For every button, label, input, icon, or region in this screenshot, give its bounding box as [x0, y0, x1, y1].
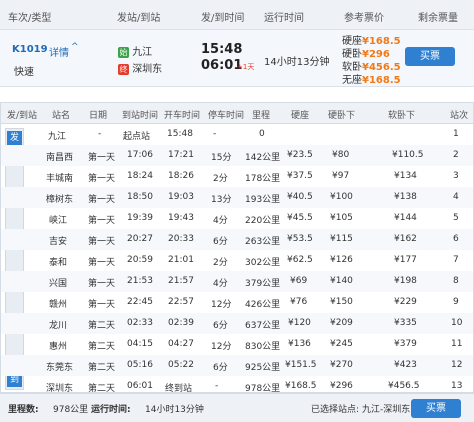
from-station-name: 九江: [132, 47, 153, 58]
th-from-to: 发/到站: [7, 111, 38, 121]
table-row[interactable]: 九江 - 起点站 15:48-0 1: [1, 124, 473, 145]
th-station: 站名: [52, 111, 71, 121]
runtime-label: 运行时间:: [91, 405, 131, 415]
stop-table: 发/到站 站名 日期 到站时间 开车时间 停车时间 里程 硬座 硬卧下 软卧下 …: [0, 102, 474, 394]
col-ref-price: 参考票价: [344, 13, 384, 24]
summary-footer: 里程数: 978公里 运行时间: 14小时13分钟 已选择站点: 九江-深圳东 …: [0, 393, 474, 422]
footer-buy-button[interactable]: 买票: [411, 399, 461, 418]
mileage-value: 978公里: [53, 405, 89, 415]
to-station: 终 深圳东: [118, 60, 162, 75]
th-stop: 停车时间: [208, 111, 245, 121]
from-station: 始 九江: [118, 43, 152, 58]
th-date: 日期: [89, 111, 108, 121]
to-station-name: 深圳东: [132, 64, 163, 75]
table-row[interactable]: 南昌西 第一天 17:06 17:21 15分 142公里 ¥23.5 ¥80 ¥110.5 2: [1, 145, 473, 166]
th-soft-sleeper: 软卧下: [388, 111, 416, 121]
th-hard-sleeper: 硬卧下: [328, 111, 356, 121]
mileage-label: 里程数:: [8, 405, 39, 415]
col-from-to: 发站/到站: [117, 13, 161, 24]
train-summary-row: K1019 详情 ^ 快速 始 九江 终 深圳东 15:48 06:01 +1天…: [0, 30, 474, 87]
detail-link[interactable]: 详情: [49, 44, 69, 59]
duration-value: 14小时13分钟: [264, 57, 330, 68]
table-row[interactable]: 赣州 第一天 22:45 22:57 12分 426公里 ¥76 ¥150 ¥229 9: [1, 292, 473, 313]
th-seq: 站次: [450, 111, 469, 121]
stop-table-header: 发/到站 站名 日期 到站时间 开车时间 停车时间 里程 硬座 硬卧下 软卧下 …: [1, 103, 473, 124]
plus-day: +1天: [237, 63, 255, 71]
selected-label: 已选择站点:: [311, 405, 360, 415]
table-row[interactable]: 东莞东 第二天 05:16 05:22 6分 925公里 ¥151.5 ¥270 ¥423 12: [1, 355, 473, 376]
buy-button[interactable]: 买票: [405, 47, 455, 66]
train-speed: 快速: [14, 67, 34, 78]
selected-value: 九江-深圳东: [362, 405, 411, 415]
th-depart: 开车时间: [164, 111, 201, 121]
col-duration: 运行时间: [264, 13, 304, 24]
th-mileage: 里程: [252, 111, 271, 121]
table-row[interactable]: 惠州 第二天 04:15 04:27 12分 830公里 ¥136 ¥245 ¥379 11: [1, 334, 473, 355]
table-row[interactable]: 樟树东 第一天 18:50 19:03 13分 193公里 ¥40.5 ¥100 ¥138 4: [1, 187, 473, 208]
depart-time: 15:48: [201, 42, 243, 57]
table-row[interactable]: 龙川 第二天 02:33 02:39 6分 637公里 ¥120 ¥209 ¥335 10: [1, 313, 473, 334]
result-header: 车次/类型 发站/到站 发/到时间 运行时间 参考票价 剩余票量: [0, 0, 474, 30]
col-train-type: 车次/类型: [8, 13, 52, 24]
end-badge-icon: 终: [118, 63, 129, 75]
table-row[interactable]: 泰和 第一天 20:59 21:01 2分 302公里 ¥62.5 ¥126 ¥177 7: [1, 250, 473, 271]
table-row[interactable]: 峡江 第一天 19:39 19:43 4分 220公里 ¥45.5 ¥105 ¥144 5: [1, 208, 473, 229]
table-row[interactable]: 丰城南 第一天 18:24 18:26 2分 178公里 ¥37.5 ¥97 ¥134 3: [1, 166, 473, 187]
start-badge-icon: 始: [118, 46, 129, 58]
table-row[interactable]: 兴国 第一天 21:53 21:57 4分 379公里 ¥69 ¥140 ¥198 8: [1, 271, 473, 292]
runtime-value: 14小时13分钟: [145, 405, 204, 415]
train-number[interactable]: K1019: [12, 44, 48, 55]
stop-table-body: 九江 - 起点站 15:48-0 1 南昌西 第一天 17:06 17:21 15分 142公里 ¥…: [1, 124, 473, 394]
col-depart-arrive: 发/到时间: [201, 13, 245, 24]
price-no-seat: 无座¥168.5: [342, 75, 401, 86]
th-arrive: 到站时间: [122, 111, 159, 121]
table-row[interactable]: 吉安 第一天 20:27 20:33 6分 263公里 ¥53.5 ¥115 ¥162 6: [1, 229, 473, 250]
col-remaining: 剩余票量: [418, 13, 458, 24]
th-hard-seat: 硬座: [291, 111, 310, 121]
chevron-up-icon[interactable]: ^: [71, 42, 79, 52]
